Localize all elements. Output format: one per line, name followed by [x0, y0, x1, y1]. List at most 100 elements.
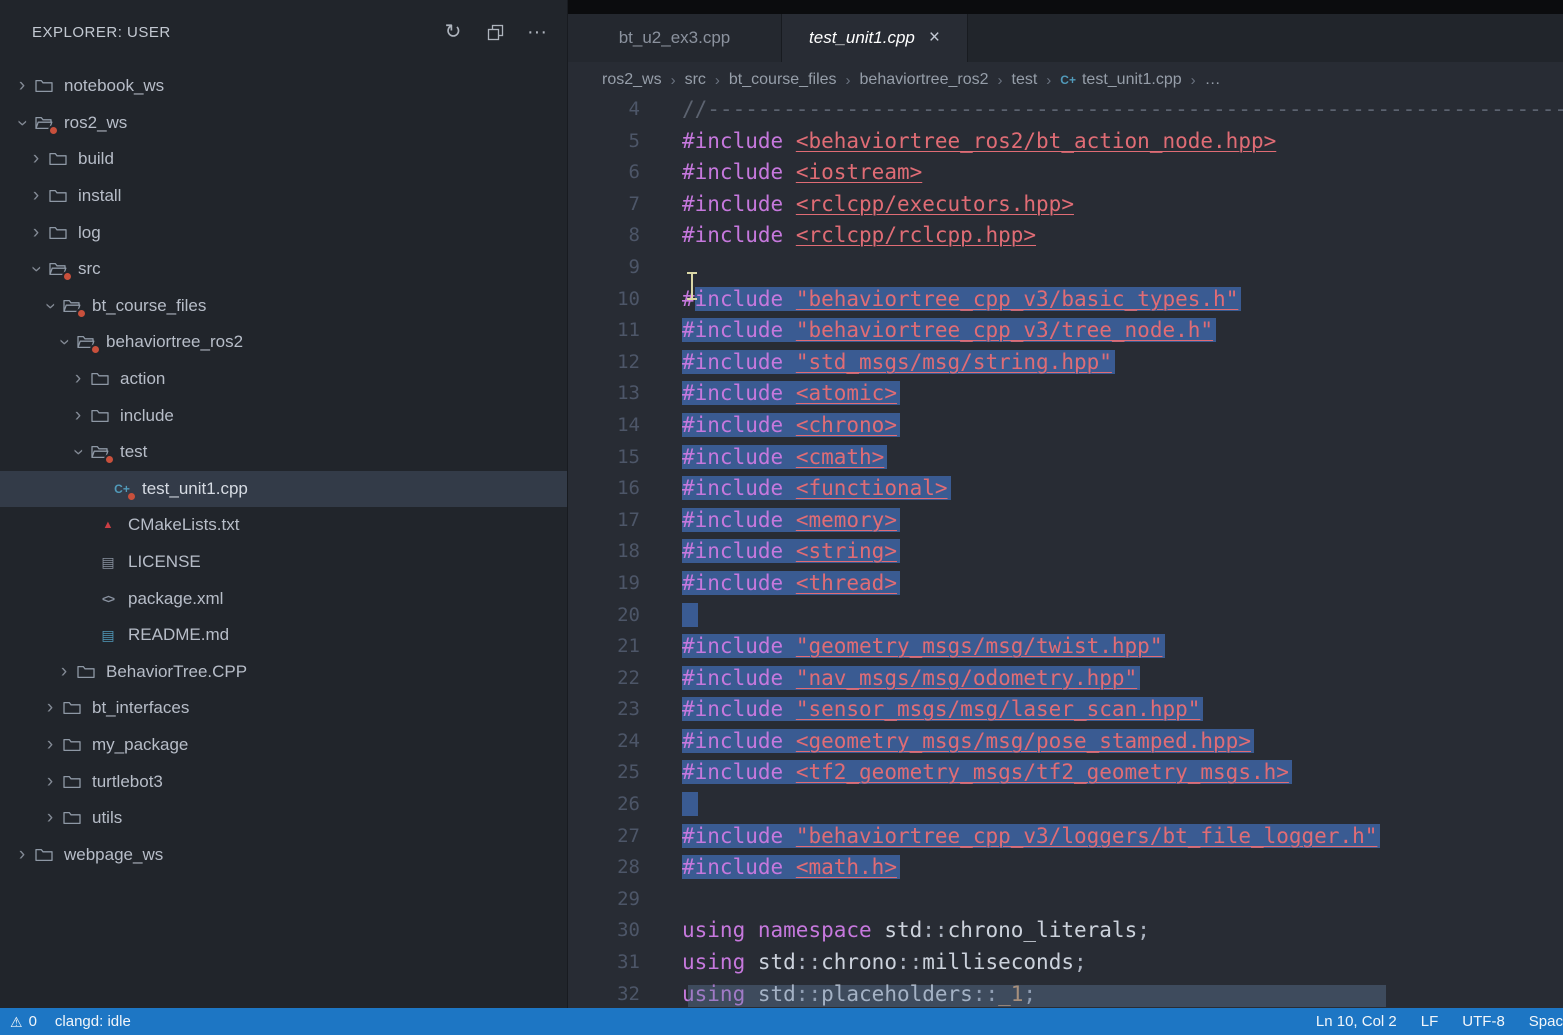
tree-item-BehaviorTree.CPP[interactable]: ›BehaviorTree.CPP	[0, 654, 567, 691]
tree-item-behaviortree_ros2[interactable]: ›behaviortree_ros2	[0, 324, 567, 361]
code-area[interactable]: 4//-------------------------------------…	[568, 94, 1563, 1008]
breadcrumb-item-…[interactable]: …	[1205, 71, 1221, 89]
code-line-19[interactable]: 19#include <thread>	[568, 568, 1563, 600]
code-line-11[interactable]: 11#include "behaviortree_cpp_v3/tree_nod…	[568, 315, 1563, 347]
tab-bt_u2_ex3.cpp[interactable]: bt_u2_ex3.cpp	[568, 14, 782, 62]
chevron-right-icon[interactable]: ›	[12, 75, 32, 97]
code-line-5[interactable]: 5#include <behaviortree_ros2/bt_action_n…	[568, 126, 1563, 158]
breadcrumb-label: src	[685, 71, 706, 89]
chevron-right-icon[interactable]: ›	[26, 222, 46, 244]
collapse-folders-icon[interactable]	[483, 20, 507, 44]
chevron-right-icon[interactable]: ›	[54, 661, 74, 683]
tree-item-install[interactable]: ›install	[0, 178, 567, 215]
breadcrumb-item-src[interactable]: src	[685, 71, 706, 89]
tree-item-ros2_ws[interactable]: › ros2_ws	[0, 105, 567, 142]
cmake-file-icon: ▲	[96, 515, 120, 535]
code-line-21[interactable]: 21#include "geometry_msgs/msg/twist.hpp"	[568, 631, 1563, 663]
tree-item-package.xml[interactable]: <>package.xml	[0, 580, 567, 617]
code-line-27[interactable]: 27#include "behaviortree_cpp_v3/loggers/…	[568, 821, 1563, 853]
tree-item-src[interactable]: ›src	[0, 251, 567, 288]
breadcrumb-item-test[interactable]: test	[1012, 71, 1038, 89]
chevron-right-icon[interactable]: ›	[12, 844, 32, 866]
tree-item-LICENSE[interactable]: ▤LICENSE	[0, 544, 567, 581]
refresh-icon[interactable]: ↻	[441, 20, 465, 44]
tree-item-README.md[interactable]: ▤README.md	[0, 617, 567, 654]
chevron-right-icon[interactable]: ›	[40, 734, 60, 756]
chevron-down-icon[interactable]: ›	[39, 296, 61, 316]
code-line-8[interactable]: 8#include <rclcpp/rclcpp.hpp>	[568, 220, 1563, 252]
chevron-right-icon[interactable]: ›	[68, 405, 88, 427]
folder-closed-icon	[32, 845, 56, 865]
tree-item-webpage_ws[interactable]: ›webpage_ws	[0, 836, 567, 873]
close-icon[interactable]: ×	[929, 27, 940, 49]
horizontal-scrollbar[interactable]	[688, 985, 1386, 1007]
tree-item-test_unit1.cpp[interactable]: C+test_unit1.cpp	[0, 471, 567, 508]
code-line-15[interactable]: 15#include <cmath>	[568, 442, 1563, 474]
code-line-13[interactable]: 13#include <atomic>	[568, 378, 1563, 410]
code-line-14[interactable]: 14#include <chrono>	[568, 410, 1563, 442]
tree-item-include[interactable]: ›include	[0, 397, 567, 434]
code-line-9[interactable]: 9	[568, 252, 1563, 284]
tree-item-label: ros2_ws	[64, 113, 127, 133]
tree-item-bt_course_files[interactable]: ›bt_course_files	[0, 288, 567, 325]
code-line-23[interactable]: 23#include "sensor_msgs/msg/laser_scan.h…	[568, 694, 1563, 726]
tree-item-bt_interfaces[interactable]: ›bt_interfaces	[0, 690, 567, 727]
code-line-20[interactable]: 20	[568, 600, 1563, 632]
code-line-31[interactable]: 31using std::chrono::milliseconds;	[568, 947, 1563, 979]
code-line-28[interactable]: 28#include <math.h>	[568, 852, 1563, 884]
code-line-18[interactable]: 18#include <string>	[568, 536, 1563, 568]
status-item[interactable]: UTF-8	[1462, 1013, 1505, 1030]
code-line-7[interactable]: 7#include <rclcpp/executors.hpp>	[568, 189, 1563, 221]
status-item[interactable]: Spac	[1529, 1013, 1563, 1030]
tree-item-CMakeLists.txt[interactable]: ▲CMakeLists.txt	[0, 507, 567, 544]
tab-test_unit1.cpp[interactable]: test_unit1.cpp×	[782, 14, 968, 62]
tree-item-build[interactable]: ›build	[0, 141, 567, 178]
more-actions-icon[interactable]: ···	[525, 20, 549, 44]
chevron-down-icon[interactable]: ›	[11, 113, 33, 133]
folder-open-icon	[60, 296, 84, 316]
chevron-right-icon[interactable]: ›	[26, 185, 46, 207]
breadcrumb-item-behaviortree_ros2[interactable]: behaviortree_ros2	[860, 71, 989, 89]
tree-item-turtlebot3[interactable]: ›turtlebot3	[0, 763, 567, 800]
status-item[interactable]: LF	[1421, 1013, 1439, 1030]
status-item[interactable]: ⚠0	[10, 1013, 37, 1030]
code-line-10[interactable]: 10#include "behaviortree_cpp_v3/basic_ty…	[568, 284, 1563, 316]
code-line-6[interactable]: 6#include <iostream>	[568, 157, 1563, 189]
code-line-25[interactable]: 25#include <tf2_geometry_msgs/tf2_geomet…	[568, 757, 1563, 789]
code-line-22[interactable]: 22#include "nav_msgs/msg/odometry.hpp"	[568, 663, 1563, 695]
status-item[interactable]: Ln 10, Col 2	[1316, 1013, 1397, 1030]
code-line-16[interactable]: 16#include <functional>	[568, 473, 1563, 505]
tree-item-test[interactable]: ›test	[0, 434, 567, 471]
code-line-12[interactable]: 12#include "std_msgs/msg/string.hpp"	[568, 347, 1563, 379]
code-line-4[interactable]: 4//-------------------------------------…	[568, 94, 1563, 126]
tree-item-my_package[interactable]: ›my_package	[0, 727, 567, 764]
breadcrumb-item-bt_course_files[interactable]: bt_course_files	[729, 71, 837, 89]
folder-open-icon	[32, 113, 56, 133]
line-number: 9	[568, 252, 640, 284]
breadcrumb-item-ros2_ws[interactable]: ros2_ws	[602, 71, 662, 89]
chevron-right-icon[interactable]: ›	[26, 148, 46, 170]
code-line-29[interactable]: 29	[568, 884, 1563, 916]
chevron-right-icon[interactable]: ›	[40, 807, 60, 829]
chevron-right-icon[interactable]: ›	[40, 697, 60, 719]
tree-item-action[interactable]: ›action	[0, 361, 567, 398]
code-line-30[interactable]: 30using namespace std::chrono_literals;	[568, 915, 1563, 947]
tree-item-utils[interactable]: ›utils	[0, 800, 567, 837]
code-line-17[interactable]: 17#include <memory>	[568, 505, 1563, 537]
tree-item-notebook_ws[interactable]: ›notebook_ws	[0, 68, 567, 105]
line-number: 31	[568, 947, 640, 979]
line-number: 25	[568, 757, 640, 789]
chevron-down-icon[interactable]: ›	[67, 442, 89, 462]
chevron-right-icon[interactable]: ›	[68, 368, 88, 390]
chevron-down-icon[interactable]: ›	[25, 259, 47, 279]
tree-item-log[interactable]: ›log	[0, 214, 567, 251]
chevron-right-icon[interactable]: ›	[40, 771, 60, 793]
code-text: //--------------------------------------…	[682, 94, 1563, 126]
code-line-24[interactable]: 24#include <geometry_msgs/msg/pose_stamp…	[568, 726, 1563, 758]
code-line-26[interactable]: 26	[568, 789, 1563, 821]
breadcrumb-separator: ›	[998, 72, 1003, 89]
breadcrumb-item-test_unit1.cpp[interactable]: C+test_unit1.cpp	[1060, 71, 1181, 89]
chevron-down-icon[interactable]: ›	[53, 332, 75, 352]
line-number: 15	[568, 442, 640, 474]
status-item[interactable]: clangd: idle	[55, 1013, 131, 1030]
